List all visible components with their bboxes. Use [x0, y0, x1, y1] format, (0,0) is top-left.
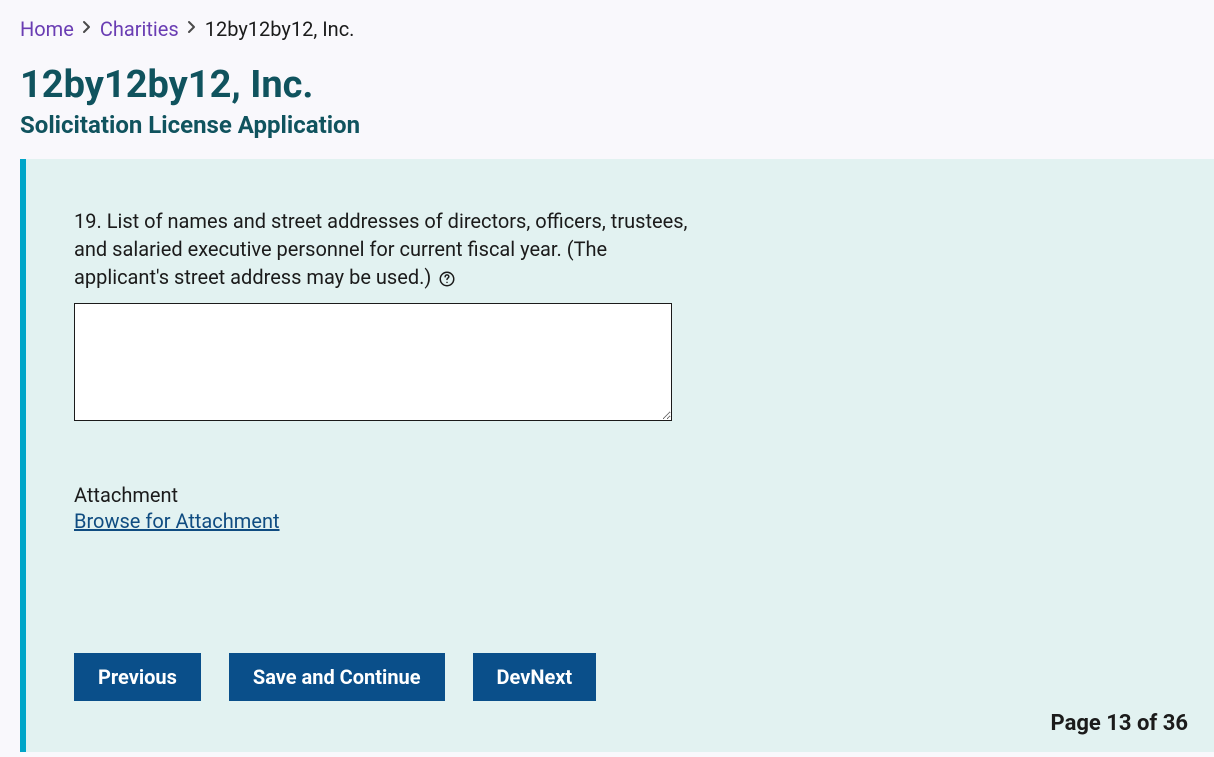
- previous-button[interactable]: Previous: [74, 653, 201, 701]
- devnext-button[interactable]: DevNext: [473, 653, 597, 701]
- chevron-right-icon: [187, 20, 197, 38]
- save-continue-button[interactable]: Save and Continue: [229, 653, 445, 701]
- breadcrumb-current: 12by12by12, Inc.: [205, 17, 355, 41]
- breadcrumb-charities-link[interactable]: Charities: [100, 17, 179, 41]
- help-icon[interactable]: [438, 270, 456, 288]
- browse-attachment-link[interactable]: Browse for Attachment: [74, 509, 280, 533]
- page-subtitle: Solicitation License Application: [20, 111, 1194, 139]
- question-text: 19. List of names and street addresses o…: [74, 209, 687, 289]
- question-label: 19. List of names and street addresses o…: [74, 207, 694, 291]
- chevron-right-icon: [82, 20, 92, 38]
- form-panel: 19. List of names and street addresses o…: [20, 159, 1214, 752]
- breadcrumb-home-link[interactable]: Home: [20, 17, 74, 41]
- attachment-label: Attachment: [74, 483, 1166, 507]
- page-title: 12by12by12, Inc.: [20, 63, 1194, 107]
- title-block: 12by12by12, Inc. Solicitation License Ap…: [0, 53, 1214, 159]
- button-row: Previous Save and Continue DevNext: [74, 653, 1166, 701]
- answer-textarea[interactable]: [74, 303, 672, 421]
- page-indicator: Page 13 of 36: [1051, 711, 1188, 736]
- breadcrumb: Home Charities 12by12by12, Inc.: [0, 0, 1214, 53]
- attachment-block: Attachment Browse for Attachment: [74, 483, 1166, 533]
